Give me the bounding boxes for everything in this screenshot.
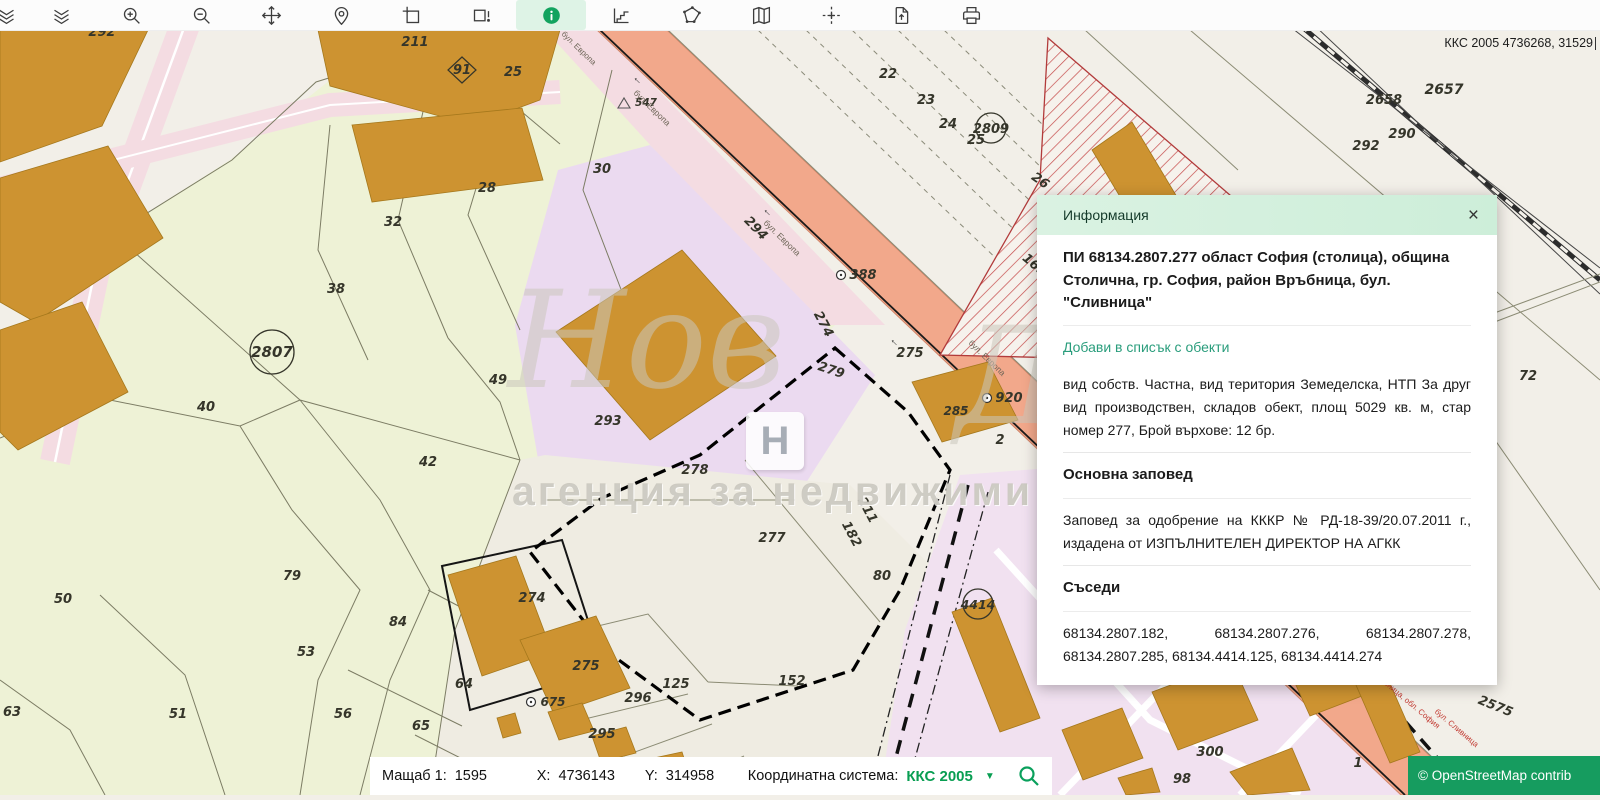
svg-text:125: 125 (662, 677, 689, 692)
y-label: Y: (645, 768, 658, 784)
svg-text:38: 38 (327, 282, 345, 297)
layers-icon[interactable] (26, 0, 96, 30)
svg-text:300: 300 (1196, 745, 1223, 760)
svg-text:40: 40 (196, 400, 215, 415)
info-panel: Информация × ПИ 68134.2807.277 област Со… (1037, 195, 1497, 685)
crs-label: Координатна система: (748, 768, 899, 784)
location-pin-icon[interactable] (306, 0, 376, 30)
svg-text:2807: 2807 (251, 343, 293, 361)
svg-text:30: 30 (593, 162, 611, 177)
svg-text:80: 80 (873, 569, 891, 584)
close-icon[interactable]: × (1468, 206, 1479, 225)
svg-text:152: 152 (778, 674, 805, 689)
svg-text:275: 275 (572, 659, 599, 674)
x-label: X: (537, 768, 551, 784)
crs-dropdown[interactable]: ККС 2005 (906, 768, 972, 785)
svg-text:274: 274 (518, 591, 545, 606)
svg-text:91: 91 (453, 63, 471, 78)
svg-text:98: 98 (1173, 772, 1191, 787)
svg-text:50: 50 (54, 592, 72, 607)
search-button[interactable] (1006, 757, 1052, 795)
svg-text:32: 32 (384, 215, 402, 230)
svg-text:292: 292 (1352, 139, 1379, 154)
svg-text:49: 49 (488, 373, 507, 388)
coordinates-grid-icon[interactable] (796, 0, 866, 30)
section-heading-order: Основна заповед (1063, 452, 1471, 499)
add-to-list-link[interactable]: Добави в списък с обекти (1063, 326, 1471, 363)
svg-text:4414: 4414 (960, 597, 996, 612)
svg-text:64: 64 (455, 677, 473, 692)
y-input[interactable]: 314958 (666, 768, 718, 784)
info-panel-header: Информация × (1037, 195, 1497, 235)
pan-icon[interactable] (236, 0, 306, 30)
toolbar (0, 0, 1600, 31)
svg-text:292: 292 (88, 30, 115, 40)
x-input[interactable]: 4736143 (558, 768, 614, 784)
svg-text:72: 72 (1519, 369, 1537, 384)
svg-text:84: 84 (389, 615, 407, 630)
svg-text:28: 28 (478, 181, 496, 196)
svg-text:65: 65 (412, 719, 430, 734)
svg-text:275: 275 (896, 346, 923, 361)
svg-text:42: 42 (418, 455, 437, 470)
svg-text:290: 290 (1388, 127, 1415, 142)
svg-text:295: 295 (588, 727, 615, 742)
chevron-down-icon[interactable]: ▼ (985, 771, 995, 782)
scale-input[interactable]: 1595 (455, 768, 507, 784)
svg-text:296: 296 (624, 691, 651, 706)
property-details: вид собств. Частна, вид територия Земеде… (1063, 363, 1471, 452)
svg-text:53: 53 (297, 645, 315, 660)
search-icon (1017, 764, 1041, 788)
svg-text:1: 1 (1353, 756, 1362, 771)
svg-text:56: 56 (334, 707, 352, 722)
text-caret (1595, 37, 1596, 50)
zoom-out-icon[interactable] (166, 0, 236, 30)
svg-text:23: 23 (917, 93, 935, 108)
profile-icon[interactable] (586, 0, 656, 30)
svg-text:2: 2 (995, 433, 1004, 448)
section-text-order: Заповед за одобрение на КККР № РД-18-39/… (1063, 499, 1471, 565)
svg-text:2809: 2809 (973, 122, 1009, 137)
map-book-icon[interactable] (726, 0, 796, 30)
svg-text:675: 675 (540, 695, 565, 709)
status-bar: Мащаб 1: 1595 X: 4736143 Y: 314958 Коорд… (370, 757, 1006, 795)
property-title: ПИ 68134.2807.277 област София (столица)… (1063, 237, 1471, 326)
svg-text:278: 278 (681, 463, 708, 478)
section-text-neighbors: 68134.2807.182, 68134.2807.276, 68134.28… (1063, 612, 1471, 678)
svg-text:2658: 2658 (1366, 93, 1402, 108)
print-icon[interactable] (936, 0, 1006, 30)
layers-icon[interactable] (0, 0, 26, 30)
svg-text:211: 211 (401, 35, 428, 50)
info-panel-title: Информация (1063, 207, 1149, 223)
area-select-icon[interactable] (376, 0, 446, 30)
svg-text:22: 22 (879, 67, 897, 82)
section-heading-neighbors: Съседи (1063, 565, 1471, 612)
zoom-in-icon[interactable] (96, 0, 166, 30)
info-panel-body: ПИ 68134.2807.277 област София (столица)… (1037, 235, 1497, 685)
svg-text:24: 24 (939, 117, 957, 132)
export-icon[interactable] (866, 0, 936, 30)
coords-readout: ККС 2005 4736268, 31529 (1444, 36, 1596, 50)
osm-attribution[interactable]: © OpenStreetMap contrib (1408, 756, 1600, 795)
svg-text:277: 277 (758, 531, 786, 546)
area-alert-icon[interactable] (446, 0, 516, 30)
svg-text:25: 25 (504, 65, 522, 80)
scale-label: Мащаб 1: (382, 768, 447, 784)
info-icon[interactable] (516, 0, 586, 30)
svg-text:63: 63 (3, 705, 21, 720)
svg-text:285: 285 (943, 404, 968, 418)
svg-text:293: 293 (594, 414, 621, 429)
svg-text:2657: 2657 (1425, 82, 1464, 98)
polygon-select-icon[interactable] (656, 0, 726, 30)
svg-text:388: 388 (849, 268, 876, 283)
svg-text:79: 79 (283, 569, 301, 584)
svg-text:51: 51 (169, 707, 187, 722)
svg-text:920: 920 (995, 391, 1022, 406)
